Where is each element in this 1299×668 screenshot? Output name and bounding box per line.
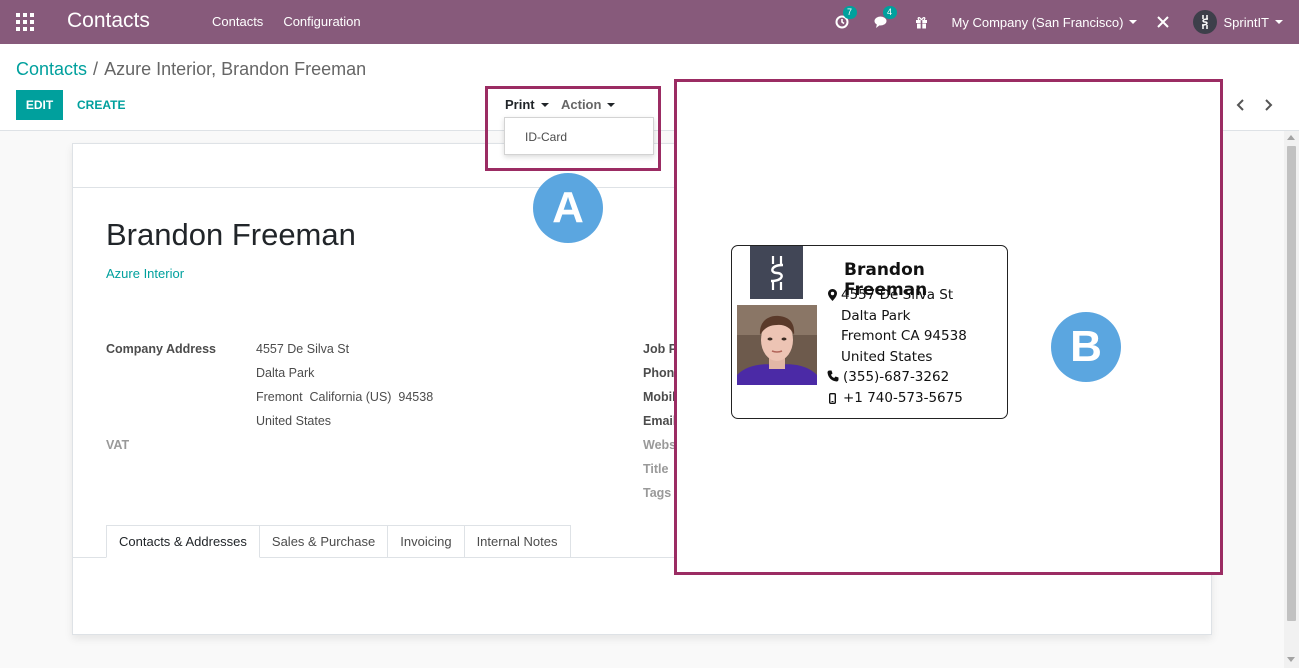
- app-title: Contacts: [67, 9, 150, 32]
- breadcrumb: Contacts / Azure Interior, Brandon Freem…: [16, 59, 366, 80]
- breadcrumb-separator: /: [93, 59, 99, 79]
- vertical-scrollbar[interactable]: [1284, 131, 1299, 668]
- annotation-marker-a: A: [533, 173, 603, 243]
- title-label: Title: [643, 462, 669, 476]
- messages-count-badge: 4: [882, 6, 897, 19]
- notebook-tabs: Contacts & Addresses Sales & Purchase In…: [106, 525, 571, 558]
- job-position-label: Job P: [643, 342, 678, 356]
- address-line: United States: [256, 414, 332, 428]
- phone-icon: [827, 370, 839, 385]
- apps-menu-icon[interactable]: [16, 13, 34, 31]
- pager-previous-icon[interactable]: [1236, 98, 1246, 115]
- partner-name: Brandon Freeman: [106, 217, 356, 252]
- activity-clock-icon[interactable]: 7: [832, 6, 857, 32]
- breadcrumb-parent[interactable]: Contacts: [16, 59, 87, 80]
- card-mobile: +1 740-573-5675: [843, 390, 963, 406]
- partner-photo: [737, 305, 817, 385]
- user-name: SprintIT: [1223, 14, 1269, 30]
- vat-label: VAT: [106, 438, 130, 452]
- create-button[interactable]: CREATE: [70, 90, 132, 120]
- address-line: 4557 De Silva St: [256, 342, 350, 356]
- chevron-down-icon: [1129, 20, 1138, 24]
- breadcrumb-current: Azure Interior, Brandon Freeman: [104, 59, 367, 79]
- annotation-marker-b: B: [1051, 312, 1121, 382]
- company-logo: [750, 246, 803, 299]
- debug-tools-icon[interactable]: [1153, 12, 1173, 32]
- chevron-down-icon: [1275, 20, 1283, 24]
- tags-label: Tags: [643, 486, 672, 500]
- email-label: Email: [643, 414, 677, 428]
- menu-item-configuration[interactable]: Configuration: [283, 14, 360, 29]
- edit-button[interactable]: EDIT: [16, 90, 63, 120]
- website-label: Webs: [643, 438, 677, 452]
- messages-chat-icon[interactable]: 4: [872, 6, 897, 32]
- tab-sales-purchase[interactable]: Sales & Purchase: [259, 525, 389, 558]
- company-name: My Company (San Francisco): [951, 14, 1124, 30]
- address-line: Dalta Park: [256, 366, 315, 380]
- company-address-label: Company Address: [106, 342, 216, 356]
- activity-count-badge: 7: [842, 6, 857, 19]
- menu-item-contacts[interactable]: Contacts: [212, 14, 263, 29]
- avatar: [1193, 10, 1218, 34]
- annotation-box-a: [485, 86, 661, 171]
- tab-invoicing[interactable]: Invoicing: [388, 525, 465, 558]
- card-phone: (355)-687-3262: [843, 369, 950, 385]
- card-address-line: Fremont CA 94538: [841, 328, 967, 344]
- main-menu: Contacts Configuration: [212, 14, 361, 29]
- mobile-icon: [828, 392, 836, 407]
- partner-company-link[interactable]: Azure Interior: [106, 266, 184, 281]
- card-address-line: Dalta Park: [841, 308, 911, 324]
- card-address-line: United States: [841, 349, 933, 365]
- scroll-down-icon[interactable]: [1287, 657, 1295, 662]
- card-address-line: 4557 De Silva St: [841, 287, 954, 303]
- top-navbar: Contacts Contacts Configuration 7 4 My C…: [0, 0, 1299, 44]
- pager-next-icon[interactable]: [1263, 98, 1273, 115]
- address-line: Fremont California (US) 94538: [256, 390, 434, 404]
- company-switcher[interactable]: My Company (San Francisco): [952, 15, 1138, 30]
- map-marker-icon: [828, 289, 837, 304]
- scroll-up-icon[interactable]: [1287, 135, 1295, 140]
- mobile-label: Mobil: [643, 390, 676, 404]
- tab-internal-notes[interactable]: Internal Notes: [464, 525, 571, 558]
- id-card-preview: Brandon Freeman 4557 De Silva St Dalta P…: [731, 245, 1008, 419]
- scroll-thumb[interactable]: [1287, 146, 1296, 621]
- user-menu[interactable]: SprintIT: [1193, 10, 1283, 34]
- gift-icon[interactable]: [912, 12, 932, 32]
- tab-contacts-addresses[interactable]: Contacts & Addresses: [106, 525, 260, 558]
- systray: 7 4 My Company (San Francisco) SprintIT: [832, 0, 1299, 44]
